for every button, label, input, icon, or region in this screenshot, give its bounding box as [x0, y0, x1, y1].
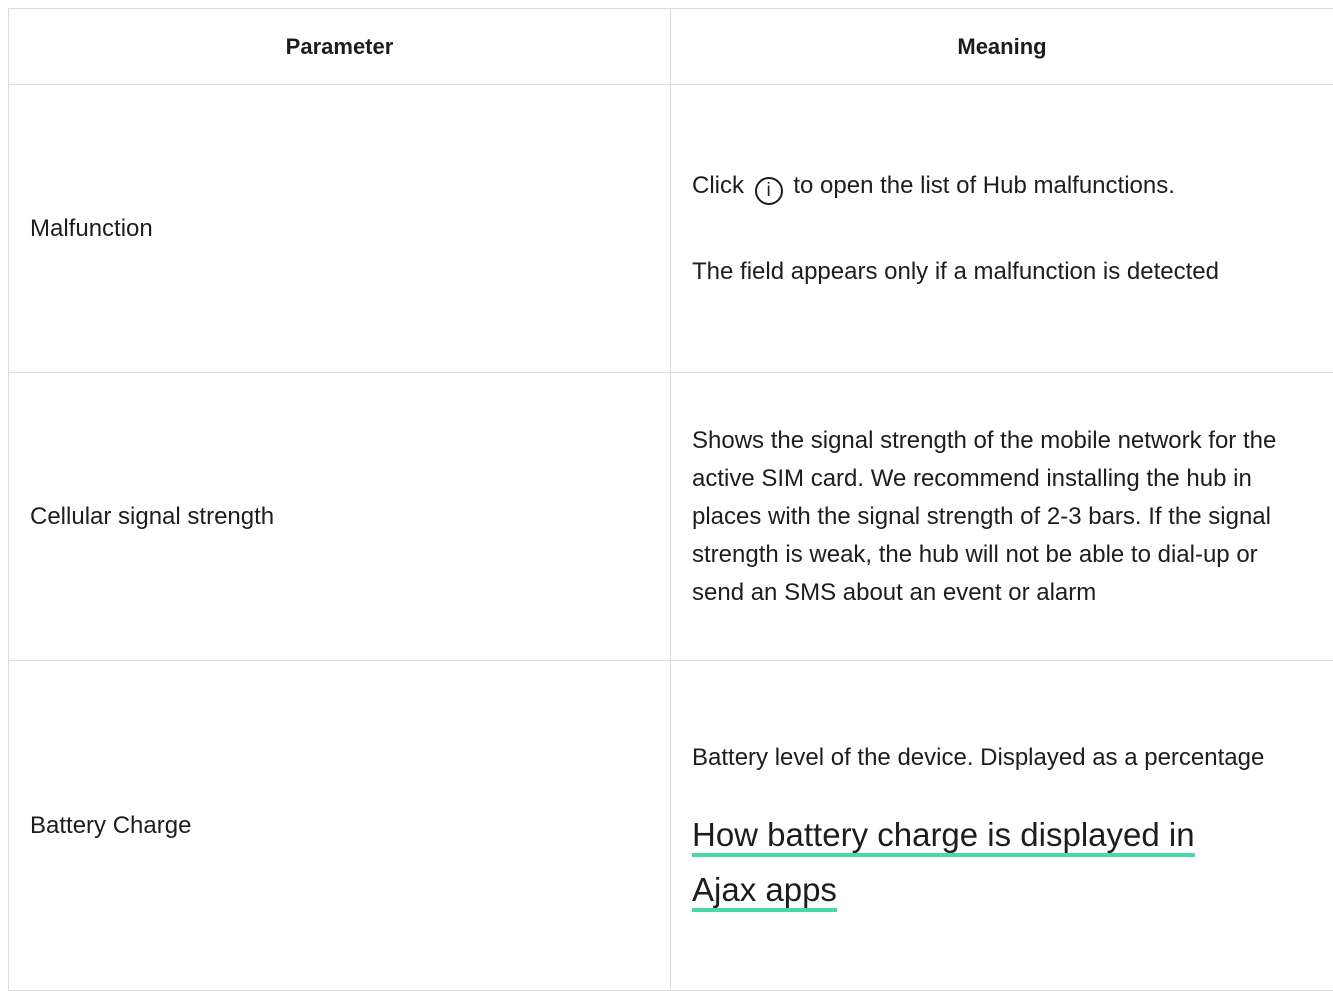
meaning-malfunction-note: The field appears only if a malfunction … [692, 253, 1315, 291]
meaning-open-list-text: to open the list of Hub malfunctions. [793, 172, 1175, 199]
battery-charge-article-link[interactable]: How battery charge is displayed in Ajax … [692, 816, 1195, 912]
param-battery-charge: Battery Charge [9, 661, 671, 991]
meaning-cellular-signal: Shows the signal strength of the mobile … [671, 373, 1333, 661]
battery-link-container: How battery charge is displayed in Ajax … [692, 807, 1252, 917]
header-parameter: Parameter [9, 9, 671, 85]
header-meaning: Meaning [671, 9, 1333, 85]
table-row: Malfunction Click i to open the list of … [9, 85, 1333, 373]
parameter-table-container: Parameter Meaning Malfunction Click i to… [8, 8, 1333, 978]
table-header-row: Parameter Meaning [9, 9, 1333, 85]
meaning-malfunction-instruction: Click i to open the list of Hub malfunct… [692, 167, 1315, 205]
parameter-table: Parameter Meaning Malfunction Click i to… [8, 8, 1333, 991]
param-malfunction: Malfunction [9, 85, 671, 373]
table-row: Battery Charge Battery level of the devi… [9, 661, 1333, 991]
table-row: Cellular signal strength Shows the signa… [9, 373, 1333, 661]
meaning-battery-text: Battery level of the device. Displayed a… [692, 739, 1315, 777]
meaning-malfunction: Click i to open the list of Hub malfunct… [671, 85, 1333, 373]
param-cellular-signal: Cellular signal strength [9, 373, 671, 661]
info-circle-icon: i [755, 177, 783, 205]
meaning-click-text: Click [692, 172, 744, 199]
meaning-battery-charge: Battery level of the device. Displayed a… [671, 661, 1333, 991]
